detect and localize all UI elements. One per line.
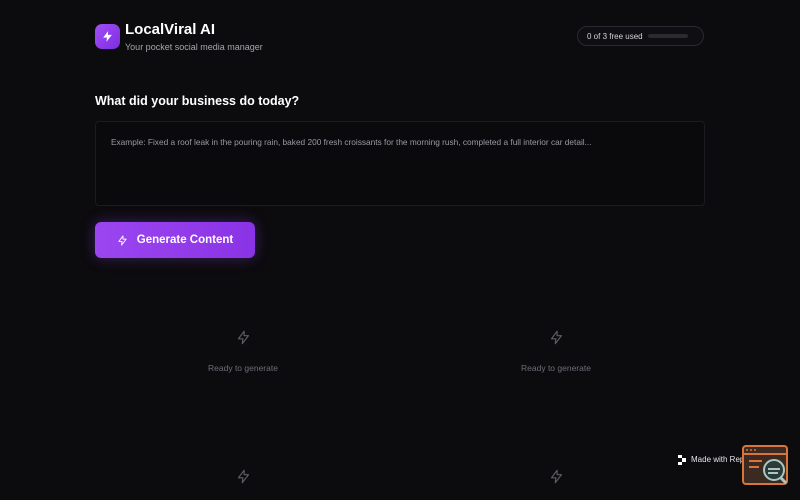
- app-tagline: Your pocket social media manager: [125, 42, 263, 52]
- result-card-2: Ready to generate: [408, 330, 704, 373]
- business-activity-input[interactable]: [95, 121, 705, 206]
- app-page: LocalViral AI Your pocket social media m…: [0, 0, 800, 500]
- brand-header: LocalViral AI Your pocket social media m…: [95, 21, 263, 53]
- result-card-1: Ready to generate: [95, 330, 391, 373]
- lightning-bolt-icon: [103, 31, 112, 42]
- card-status: Ready to generate: [208, 363, 278, 373]
- lightning-bolt-icon: [236, 469, 251, 484]
- app-name: LocalViral AI: [125, 21, 216, 38]
- card-status: Ready to generate: [521, 363, 591, 373]
- app-logo: [95, 24, 120, 49]
- usage-label: 0 of 3 free used: [587, 31, 643, 41]
- inspect-widget-icon[interactable]: [742, 445, 788, 485]
- lightning-bolt-icon: [549, 469, 564, 484]
- replit-logo-icon: [678, 454, 686, 465]
- lightning-bolt-icon: [549, 330, 564, 345]
- lightning-bolt-icon: [117, 234, 128, 246]
- result-card-4: [408, 469, 704, 500]
- usage-progress-bar: [647, 34, 688, 38]
- usage-counter: 0 of 3 free used: [577, 26, 704, 46]
- lightning-bolt-icon: [236, 330, 251, 345]
- generate-content-label: Generate Content: [136, 234, 234, 246]
- prompt-question: What did your business do today?: [95, 94, 300, 108]
- generate-content-button[interactable]: Generate Content: [95, 222, 255, 258]
- result-card-3: [95, 469, 391, 500]
